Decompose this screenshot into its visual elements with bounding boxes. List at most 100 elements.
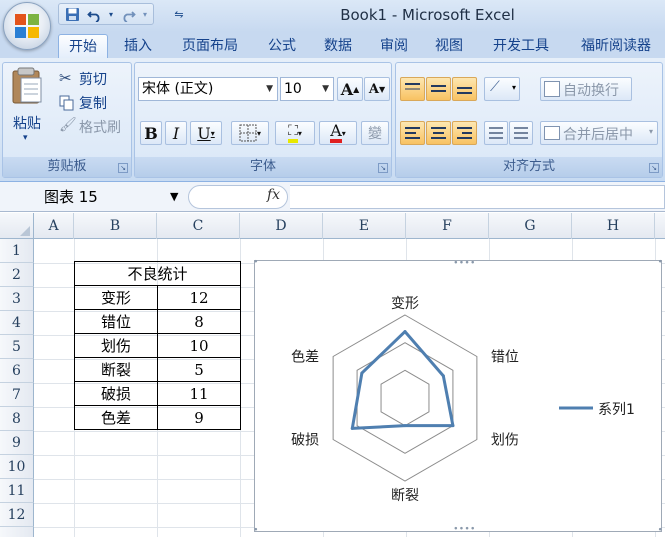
italic-button[interactable]: I — [165, 121, 187, 145]
row-header-12[interactable]: 12 — [0, 503, 34, 527]
decrease-indent-button[interactable] — [484, 121, 508, 145]
resize-handle-top-right[interactable]: ∙ — [657, 258, 663, 267]
font-launcher-icon[interactable]: ↘ — [378, 163, 388, 173]
shrink-font-button[interactable]: A ▼ — [364, 77, 390, 101]
defect-count-cell[interactable]: 11 — [157, 381, 241, 406]
clipboard-launcher-icon[interactable]: ↘ — [118, 163, 128, 173]
defect-count-cell[interactable]: 5 — [157, 357, 241, 382]
align-right-button[interactable] — [452, 121, 477, 145]
align-bottom-button[interactable] — [452, 77, 477, 101]
tab-developer[interactable]: 开发工具 — [482, 34, 560, 58]
grow-font-button[interactable]: A ▲ — [337, 77, 363, 101]
align-center-button[interactable] — [426, 121, 451, 145]
column-header-e[interactable]: E — [323, 213, 406, 239]
column-header-g[interactable]: G — [489, 213, 572, 239]
underline-button[interactable]: U ▾ — [190, 121, 222, 145]
fill-color-button[interactable]: ⛶ ▾ — [275, 121, 315, 145]
redo-icon[interactable] — [119, 5, 137, 23]
tab-formulas[interactable]: 公式 — [260, 34, 304, 58]
row-header-4[interactable]: 4 — [0, 311, 34, 335]
font-name-dropdown-icon[interactable]: ▼ — [266, 78, 273, 100]
column-header-a[interactable]: A — [34, 213, 74, 239]
format-painter-button[interactable]: 🖌 格式刷 — [57, 117, 129, 137]
merge-dropdown-icon[interactable]: ▾ — [649, 127, 653, 136]
resize-handle-bottom-left[interactable]: ∙ — [253, 526, 259, 535]
paste-button[interactable]: 粘贴 ▾ — [7, 65, 49, 155]
align-left-button[interactable] — [400, 121, 425, 145]
row-header-5[interactable]: 5 — [0, 335, 34, 359]
group-label-alignment: 对齐方式 — [396, 157, 662, 177]
redo-dropdown-icon[interactable]: ▾ — [141, 5, 149, 23]
row-header-9[interactable]: 9 — [0, 431, 34, 455]
radar-data-point — [441, 374, 445, 378]
table-title-cell[interactable]: 不良统计 — [74, 261, 241, 286]
alignment-launcher-icon[interactable]: ↘ — [649, 163, 659, 173]
orientation-button[interactable]: ⟋ ▾ — [484, 77, 520, 101]
tab-page-layout[interactable]: 页面布局 — [172, 34, 248, 58]
undo-icon[interactable] — [85, 5, 103, 23]
defect-name-cell[interactable]: 破损 — [74, 381, 158, 406]
font-size-dropdown-icon[interactable]: ▼ — [322, 78, 329, 100]
resize-handle-bottom-right[interactable]: ∙ — [657, 526, 663, 535]
save-icon[interactable] — [63, 5, 81, 23]
row-header-8[interactable]: 8 — [0, 407, 34, 431]
name-box[interactable]: 图表 15 — [44, 186, 186, 208]
tab-home[interactable]: 开始 — [58, 34, 108, 58]
resize-handle-top[interactable]: ∙∙∙∙ — [453, 259, 476, 268]
borders-button[interactable]: ▾ — [231, 121, 269, 145]
defect-name-cell[interactable]: 色差 — [74, 405, 158, 430]
row-header-10[interactable]: 10 — [0, 455, 34, 479]
office-button[interactable] — [3, 2, 51, 50]
font-color-icon: A — [330, 123, 342, 143]
tab-view[interactable]: 视图 — [427, 34, 471, 58]
tab-data[interactable]: 数据 — [316, 34, 360, 58]
column-header-c[interactable]: C — [157, 213, 240, 239]
worksheet-grid[interactable]: A B C D E F G H 1 2 3 4 5 6 7 8 9 10 11 … — [0, 213, 665, 537]
radar-chart[interactable]: 变形 错位 划伤 断裂 破损 色差 系列1 ∙∙∙∙ ∙∙∙∙ ∙ ∙ ∙ ∙ — [253, 258, 663, 535]
font-name-combo[interactable]: 宋体 (正文) ▼ — [138, 77, 278, 101]
defect-name-cell[interactable]: 变形 — [74, 285, 158, 310]
column-header-d[interactable]: D — [240, 213, 323, 239]
defect-count-cell[interactable]: 10 — [157, 333, 241, 358]
row-header-1[interactable]: 1 — [0, 239, 34, 263]
phonetic-button[interactable]: 變 — [361, 121, 389, 145]
resize-handle-top-left[interactable]: ∙ — [253, 258, 259, 267]
defect-name-cell[interactable]: 断裂 — [74, 357, 158, 382]
wrap-text-button[interactable]: 自动换行 — [540, 77, 632, 101]
row-header-2[interactable]: 2 — [0, 263, 34, 287]
column-header-h[interactable]: H — [572, 213, 655, 239]
cut-button[interactable]: ✂ 剪切 — [57, 69, 129, 89]
tab-review[interactable]: 审阅 — [372, 34, 416, 58]
select-all-button[interactable] — [0, 213, 34, 239]
align-middle-button[interactable] — [426, 77, 451, 101]
align-top-button[interactable] — [400, 77, 425, 101]
defect-name-cell[interactable]: 错位 — [74, 309, 158, 334]
column-header-f[interactable]: F — [406, 213, 489, 239]
tab-foxit-reader[interactable]: 福昕阅读器 — [570, 34, 662, 58]
copy-button[interactable]: 复制 — [57, 93, 129, 113]
row-header-13[interactable] — [0, 527, 34, 537]
merge-center-button[interactable]: 合并后居中 ▾ — [540, 121, 658, 145]
resize-handle-bottom[interactable]: ∙∙∙∙ — [453, 525, 476, 534]
group-alignment: ⟋ ▾ 自动换行 合并后居中 ▾ 对齐方式 ↘ — [395, 62, 663, 178]
tab-insert[interactable]: 插入 — [116, 34, 160, 58]
insert-function-button[interactable]: fx — [267, 187, 280, 203]
paste-dropdown-icon[interactable]: ▾ — [23, 133, 28, 143]
row-header-7[interactable]: 7 — [0, 383, 34, 407]
defect-count-cell[interactable]: 9 — [157, 405, 241, 430]
formula-input[interactable] — [290, 185, 665, 209]
row-header-11[interactable]: 11 — [0, 479, 34, 503]
row-header-3[interactable]: 3 — [0, 287, 34, 311]
defect-name-cell[interactable]: 划伤 — [74, 333, 158, 358]
column-header-b[interactable]: B — [74, 213, 157, 239]
defect-count-cell[interactable]: 8 — [157, 309, 241, 334]
customize-icon[interactable]: ⇋ — [170, 5, 188, 23]
font-size-combo[interactable]: 10 ▼ — [280, 77, 334, 101]
font-color-button[interactable]: A ▾ — [319, 121, 357, 145]
defect-count-cell[interactable]: 12 — [157, 285, 241, 310]
row-header-6[interactable]: 6 — [0, 359, 34, 383]
name-box-dropdown-icon[interactable]: ▼ — [170, 190, 178, 203]
increase-indent-button[interactable] — [509, 121, 533, 145]
bold-button[interactable]: B — [140, 121, 162, 145]
undo-dropdown-icon[interactable]: ▾ — [107, 5, 115, 23]
